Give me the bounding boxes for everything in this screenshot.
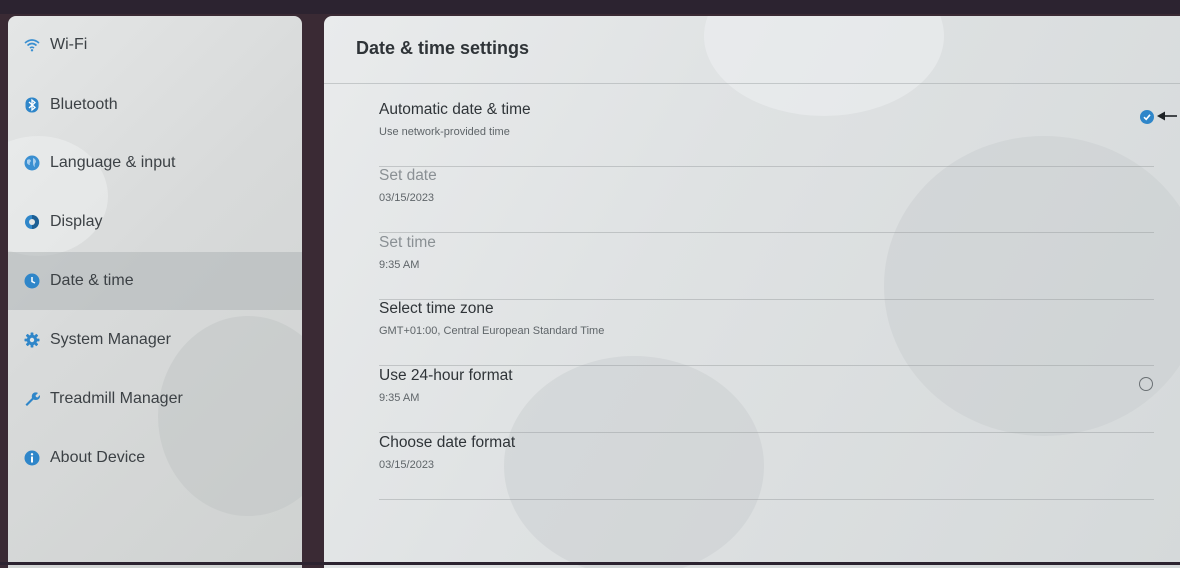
divider bbox=[379, 365, 1154, 366]
checkmark-icon bbox=[1143, 114, 1151, 121]
divider bbox=[379, 499, 1154, 500]
page-title: Date & time settings bbox=[356, 38, 530, 58]
row-subtitle: GMT+01:00, Central European Standard Tim… bbox=[379, 325, 605, 337]
sidebar-item-treadmill-manager[interactable]: Treadmill Manager bbox=[8, 370, 302, 428]
sidebar-item-label: Treadmill Manager bbox=[50, 390, 183, 407]
sidebar-item-label: Date & time bbox=[50, 272, 134, 289]
row-title: Choose date format bbox=[379, 434, 516, 451]
select-time-zone-row[interactable]: Select time zone GMT+01:00, Central Euro… bbox=[379, 300, 1154, 366]
row-subtitle: 9:35 AM bbox=[379, 259, 420, 271]
sidebar-item-label: Display bbox=[50, 213, 103, 230]
pointer-arrow-icon bbox=[1157, 111, 1177, 121]
info-icon bbox=[24, 450, 40, 466]
sidebar-item-date-time[interactable]: Date & time bbox=[8, 252, 302, 310]
sidebar-item-label: Bluetooth bbox=[50, 96, 118, 113]
choose-date-format-row[interactable]: Choose date format 03/15/2023 bbox=[379, 434, 1154, 500]
row-subtitle: Use network-provided time bbox=[379, 126, 510, 138]
use-24-hour-format-radio[interactable] bbox=[1139, 377, 1153, 391]
divider bbox=[379, 432, 1154, 433]
set-time-row[interactable]: Set time 9:35 AM bbox=[379, 234, 1154, 300]
globe-icon bbox=[24, 155, 40, 171]
row-title: Set date bbox=[379, 167, 437, 184]
row-title: Set time bbox=[379, 234, 436, 251]
set-date-row[interactable]: Set date 03/15/2023 bbox=[379, 167, 1154, 233]
display-icon bbox=[24, 214, 40, 230]
automatic-date-time-checkbox[interactable] bbox=[1140, 110, 1154, 124]
divider bbox=[379, 232, 1154, 233]
row-subtitle: 03/15/2023 bbox=[379, 192, 435, 204]
sidebar-item-label: About Device bbox=[50, 449, 146, 466]
row-subtitle: 03/15/2023 bbox=[379, 459, 435, 471]
bluetooth-icon bbox=[24, 97, 40, 113]
automatic-date-time-row[interactable]: Automatic date & time Use network-provid… bbox=[379, 101, 1154, 167]
row-title: Use 24-hour format bbox=[379, 367, 513, 384]
sidebar-item-wifi[interactable]: Wi-Fi bbox=[8, 16, 302, 74]
clock-icon bbox=[24, 273, 40, 289]
sidebar-item-label: Language & input bbox=[50, 154, 176, 171]
sidebar-item-display[interactable]: Display bbox=[8, 193, 302, 251]
settings-sidebar: Wi-Fi Bluetooth Language & input Display… bbox=[8, 16, 302, 568]
sidebar-item-system-manager[interactable]: System Manager bbox=[8, 311, 302, 369]
wifi-icon bbox=[24, 37, 40, 53]
sidebar-item-label: System Manager bbox=[50, 331, 171, 348]
gear-icon bbox=[24, 332, 40, 348]
screen-bezel-top bbox=[0, 0, 1180, 14]
sidebar-item-about-device[interactable]: About Device bbox=[8, 429, 302, 487]
sidebar-item-bluetooth[interactable]: Bluetooth bbox=[8, 76, 302, 134]
wrench-icon bbox=[24, 391, 40, 407]
date-time-settings-panel: Date & time settings Automatic date & ti… bbox=[324, 16, 1180, 568]
row-subtitle: 9:35 AM bbox=[379, 392, 420, 404]
use-24-hour-format-row[interactable]: Use 24-hour format 9:35 AM bbox=[379, 367, 1154, 433]
sidebar-item-language-input[interactable]: Language & input bbox=[8, 134, 302, 192]
divider bbox=[324, 83, 1180, 84]
row-title: Select time zone bbox=[379, 300, 494, 317]
sidebar-item-label: Wi-Fi bbox=[50, 36, 88, 53]
row-title: Automatic date & time bbox=[379, 101, 531, 118]
